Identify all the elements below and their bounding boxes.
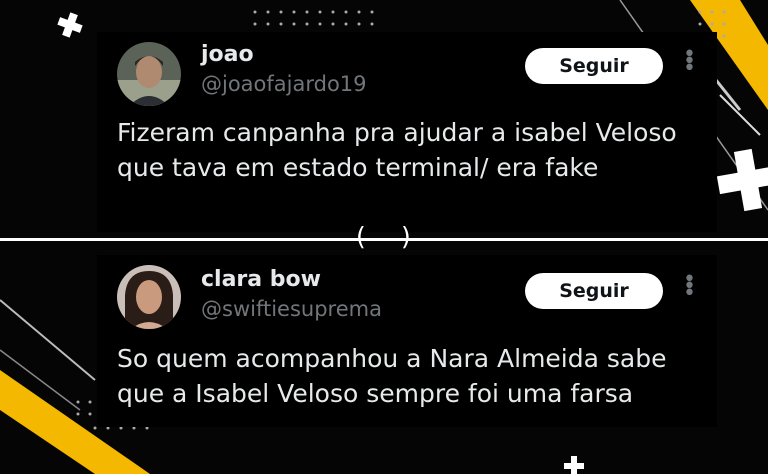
deco-line xyxy=(0,299,96,381)
plus-icon xyxy=(564,456,584,474)
plus-icon xyxy=(57,12,83,38)
tweet-card: joao @joaofajardo19 Seguir • • • Fizeram c… xyxy=(97,32,717,232)
user-handle[interactable]: @joaofajardo19 xyxy=(201,72,367,96)
follow-button[interactable]: Seguir xyxy=(525,273,663,309)
tweet-card: clara bow @swiftiesuprema Seguir • • • So … xyxy=(97,255,717,427)
tweet-text: Fizeram canpanha pra ajudar a isabel Vel… xyxy=(117,118,677,182)
more-options-icon[interactable]: • • • xyxy=(683,269,696,305)
display-name[interactable]: clara bow xyxy=(201,267,321,292)
tweet-text: So quem acompanhou a Nara Almeida sabe q… xyxy=(117,344,667,408)
user-handle[interactable]: @swiftiesuprema xyxy=(201,297,382,321)
plus-icon xyxy=(716,148,768,212)
divider-line xyxy=(0,238,768,241)
divider-close-paren: ) xyxy=(401,222,411,251)
screenshot-canvas: joao @joaofajardo19 Seguir • • • Fizeram c… xyxy=(0,0,768,474)
more-options-icon[interactable]: • • • xyxy=(683,44,696,80)
display-name[interactable]: joao xyxy=(201,42,254,67)
avatar[interactable] xyxy=(117,265,181,329)
avatar-photo xyxy=(117,265,181,329)
avatar-photo xyxy=(117,42,181,106)
avatar[interactable] xyxy=(117,42,181,106)
divider-open-paren: ( xyxy=(356,222,366,251)
deco-line xyxy=(719,94,761,136)
follow-button[interactable]: Seguir xyxy=(525,48,663,84)
